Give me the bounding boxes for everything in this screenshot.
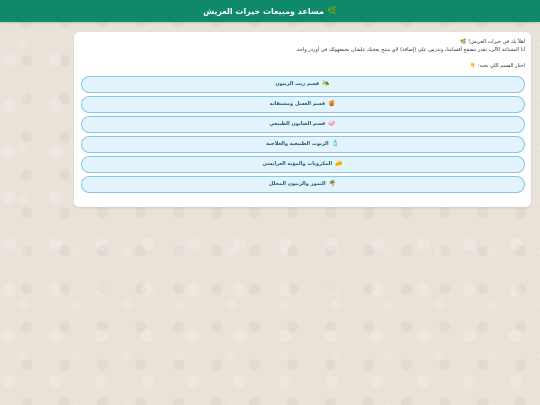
oil-bottle-icon: 🧴 [331, 140, 340, 148]
greeting-line: أهلاً بك في خيرات العريش! 🌿 [80, 38, 525, 46]
section-button-label: قسم زيت الزيتون [275, 81, 320, 88]
app-header: مساعد ومبيعات خيرات العريش 🌿 [0, 0, 540, 22]
section-button-label: التمور والزيتون المخلل [268, 181, 326, 188]
leaf-icon: 🌿 [460, 39, 467, 45]
section-button-label: الزيوت الطبيعية والعلاجية [265, 141, 329, 148]
pointing-down-icon: 👇 [470, 63, 477, 69]
section-options: 🫒 قسم زيت الزيتون 🍯 قسم العسل ومشتقاته 🧼… [80, 76, 525, 193]
palm-tree-icon: 🌴 [328, 180, 337, 188]
honey-jar-icon: 🍯 [327, 100, 336, 108]
soap-icon: 🧼 [328, 120, 336, 128]
section-button-olive-oil[interactable]: 🫒 قسم زيت الزيتون [80, 76, 525, 93]
section-button-dates-olives[interactable]: 🌴 التمور والزيتون المخلل [80, 176, 525, 193]
prompt-line: اختار القسم اللي تحبه: 👇 [80, 62, 525, 70]
section-button-natural-oils[interactable]: 🧴 الزيوت الطبيعية والعلاجية [80, 136, 525, 153]
section-button-label: المكرونات والمؤنة العرايشي [262, 161, 333, 168]
section-button-honey[interactable]: 🍯 قسم العسل ومشتقاته [80, 96, 525, 113]
section-button-label: قسم العسل ومشتقاته [269, 101, 325, 108]
greeting-text: أهلاً بك في خيرات العريش! [468, 39, 525, 45]
olive-icon: 🫒 [322, 80, 330, 88]
cheese-icon: 🧀 [335, 160, 343, 168]
prompt-text: اختار القسم اللي تحبه: [477, 63, 525, 69]
section-button-soap[interactable]: 🧼 قسم الصابون الطبيعي [80, 116, 525, 133]
section-button-pasta-provisions[interactable]: 🧀 المكرونات والمؤنة العرايشي [80, 156, 525, 173]
leaf-icon: 🌿 [326, 6, 337, 15]
intro-text: أنا المساعد الآلي، تقدر تتصفح أقسامنا، و… [295, 47, 525, 53]
app-title: مساعد ومبيعات خيرات العريش [203, 6, 324, 16]
section-button-label: قسم الصابون الطبيعي [269, 121, 326, 128]
bot-message-card: أهلاً بك في خيرات العريش! 🌿 أنا المساعد … [74, 32, 531, 207]
